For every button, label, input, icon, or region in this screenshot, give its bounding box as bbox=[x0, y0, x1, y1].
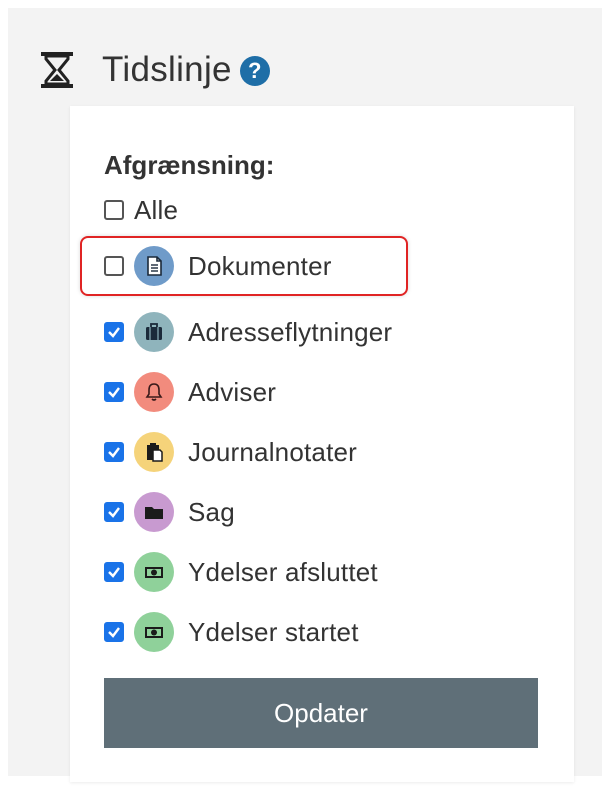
filter-item-label: Ydelser afsluttet bbox=[188, 556, 378, 587]
money-icon bbox=[134, 552, 174, 592]
filter-item-label: Dokumenter bbox=[188, 250, 332, 281]
hourglass-icon bbox=[41, 52, 73, 88]
filter-item-label: Alle bbox=[134, 194, 179, 225]
checkbox-adresseflytninger[interactable] bbox=[104, 322, 124, 342]
folder-icon bbox=[134, 492, 174, 532]
checkbox-alle[interactable] bbox=[104, 200, 124, 220]
checkbox-ydelser-afsluttet[interactable] bbox=[104, 562, 124, 582]
filter-item-label: Journalnotater bbox=[188, 436, 358, 467]
clipboard-icon bbox=[134, 432, 174, 472]
briefcase-icon bbox=[134, 312, 174, 352]
filter-item-adviser[interactable]: Adviser bbox=[104, 372, 276, 412]
filter-item-dokumenter[interactable]: Dokumenter bbox=[104, 246, 332, 286]
timeline-header: Tidslinje ? bbox=[38, 42, 270, 98]
filter-item-journalnotater[interactable]: Journalnotater bbox=[104, 432, 357, 472]
filter-item-label: Adresseflytninger bbox=[188, 316, 393, 347]
document-icon bbox=[134, 246, 174, 286]
bell-icon bbox=[134, 372, 174, 412]
filter-item-ydelser-afsluttet[interactable]: Ydelser afsluttet bbox=[104, 552, 378, 592]
checkbox-ydelser-startet[interactable] bbox=[104, 622, 124, 642]
filter-item-label: Adviser bbox=[188, 376, 277, 407]
update-button[interactable]: Opdater bbox=[104, 678, 538, 748]
checkbox-journalnotater[interactable] bbox=[104, 442, 124, 462]
money-icon bbox=[134, 612, 174, 652]
page-title: Tidslinje bbox=[102, 50, 232, 89]
filter-card: Afgrænsning: Alle Dokumenter Adresseflyt… bbox=[70, 106, 574, 782]
filter-item-label: Sag bbox=[188, 496, 235, 527]
filter-label: Afgrænsning: bbox=[104, 150, 275, 180]
checkbox-sag[interactable] bbox=[104, 502, 124, 522]
checkbox-dokumenter[interactable] bbox=[104, 256, 124, 276]
filter-item-ydelser-startet[interactable]: Ydelser startet bbox=[104, 612, 359, 652]
help-icon[interactable]: ? bbox=[239, 56, 270, 86]
filter-item-sag[interactable]: Sag bbox=[104, 492, 235, 532]
filter-item-label: Ydelser startet bbox=[188, 616, 359, 647]
filter-item-adresseflytninger[interactable]: Adresseflytninger bbox=[104, 312, 392, 352]
checkbox-adviser[interactable] bbox=[104, 382, 124, 402]
filter-item-alle[interactable]: Alle bbox=[104, 190, 178, 230]
